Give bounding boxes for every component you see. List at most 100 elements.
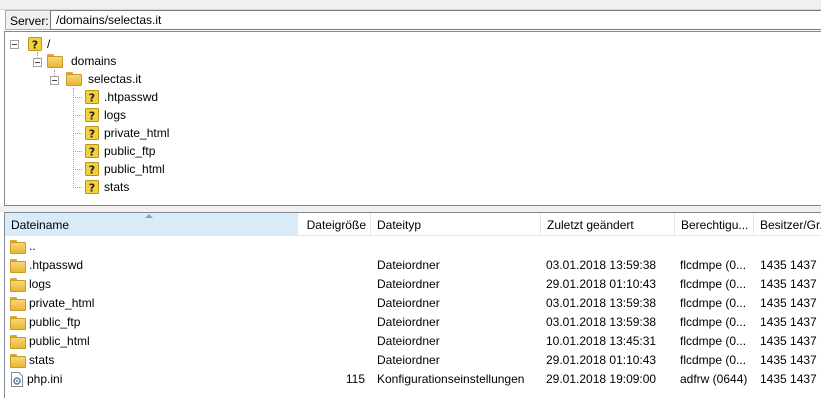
svg-text:?: ? xyxy=(32,39,38,52)
file-type: Dateiordner xyxy=(377,334,440,348)
column-header-label: Besitzer/Gr... xyxy=(760,218,821,232)
question-icon: ? xyxy=(85,126,99,141)
tree-connector xyxy=(73,169,82,170)
tree-item-selectas[interactable]: selectas.it xyxy=(66,70,141,88)
tree-connector xyxy=(73,97,82,98)
file-owner: 1435 1437 xyxy=(760,277,817,291)
remote-file-list[interactable]: Dateiname Dateigröße Dateityp Zuletzt ge… xyxy=(4,212,821,398)
column-header-type[interactable]: Dateityp xyxy=(371,213,541,235)
file-row[interactable]: public_html Dateiordner 10.01.2018 13:45:3… xyxy=(5,332,821,351)
file-name: public_ftp xyxy=(29,315,81,329)
file-name: stats xyxy=(29,353,55,367)
file-size xyxy=(298,313,365,332)
file-row[interactable]: php.ini 115 Konfigurationseinstellungen 29.… xyxy=(5,370,821,389)
file-row[interactable]: stats Dateiordner 29.01.2018 01:10:43 flcdm… xyxy=(5,351,821,370)
file-name-cell: stats xyxy=(10,351,295,370)
folder-icon xyxy=(10,334,26,349)
tree-item-stats[interactable]: ? stats xyxy=(85,178,129,196)
collapse-toggle[interactable] xyxy=(50,76,59,85)
column-header-modified[interactable]: Zuletzt geändert xyxy=(541,213,675,235)
file-modified: 03.01.2018 13:59:38 xyxy=(546,258,657,272)
tree-item-private-html[interactable]: ? private_html xyxy=(85,124,169,142)
file-name: logs xyxy=(29,277,52,291)
column-header-label: Zuletzt geändert xyxy=(547,218,634,232)
file-type: Dateiordner xyxy=(377,277,440,291)
file-name: .htpasswd xyxy=(29,258,84,272)
question-icon: ? xyxy=(85,108,99,123)
column-header-name[interactable]: Dateiname xyxy=(5,213,298,235)
tree-item-htpasswd[interactable]: ? .htpasswd xyxy=(85,88,158,106)
tree-item-root[interactable]: ? / xyxy=(28,35,50,53)
file-list-header: Dateiname Dateigröße Dateityp Zuletzt ge… xyxy=(5,213,821,236)
file-modified: 03.01.2018 13:59:38 xyxy=(546,315,657,329)
file-size xyxy=(298,256,365,275)
svg-text:?: ? xyxy=(89,110,95,123)
file-name: public_html xyxy=(29,334,90,348)
file-name-cell: private_html xyxy=(10,294,295,313)
column-header-label: Dateigröße xyxy=(306,218,366,232)
svg-text:?: ? xyxy=(89,128,95,141)
tree-item-public-html[interactable]: ? public_html xyxy=(85,160,165,178)
file-permissions xyxy=(680,237,752,256)
tree-item-domains[interactable]: domains xyxy=(47,52,116,70)
file-permissions: flcdmpe (0... xyxy=(680,315,747,329)
file-owner: 1435 1437 xyxy=(760,296,817,310)
file-type: Dateiordner xyxy=(377,258,440,272)
file-owner: 1435 1437 xyxy=(760,353,817,367)
file-row[interactable]: public_ftp Dateiordner 03.01.2018 13:59:38… xyxy=(5,313,821,332)
column-header-size[interactable]: Dateigröße xyxy=(298,213,371,235)
tree-connector xyxy=(73,133,82,134)
file-type: Konfigurationseinstellungen xyxy=(377,372,525,386)
tree-item-label: stats xyxy=(104,180,130,194)
settings-file-icon xyxy=(10,372,24,387)
column-header-permissions[interactable]: Berechtigu... xyxy=(675,213,754,235)
folder-icon xyxy=(10,258,26,273)
tree-item-label: .htpasswd xyxy=(104,90,159,104)
collapse-toggle[interactable] xyxy=(33,58,42,67)
file-row[interactable]: private_html Dateiordner 03.01.2018 13:59:… xyxy=(5,294,821,313)
file-permissions: flcdmpe (0... xyxy=(680,258,747,272)
file-size xyxy=(298,294,365,313)
folder-icon xyxy=(10,277,26,292)
tree-connector xyxy=(73,151,82,152)
tree-connector xyxy=(73,88,74,188)
tree-item-label: selectas.it xyxy=(88,72,142,86)
file-type: Dateiordner xyxy=(377,296,440,310)
column-header-owner[interactable]: Besitzer/Gr... xyxy=(754,213,821,235)
file-row[interactable]: logs Dateiordner 29.01.2018 01:10:43 flcdmp… xyxy=(5,275,821,294)
folder-icon xyxy=(66,72,82,86)
folder-icon xyxy=(10,315,26,330)
collapse-toggle[interactable] xyxy=(10,40,19,49)
tree-item-public-ftp[interactable]: ? public_ftp xyxy=(85,142,155,160)
top-toolbar-edge xyxy=(0,0,821,10)
question-icon: ? xyxy=(28,37,42,52)
remote-path-input[interactable] xyxy=(50,10,821,30)
file-size: 115 xyxy=(345,372,365,386)
file-size xyxy=(298,237,365,256)
file-modified: 03.01.2018 13:59:38 xyxy=(546,296,657,310)
server-label: Server: xyxy=(5,10,54,30)
file-row[interactable]: .. xyxy=(5,237,821,256)
file-owner xyxy=(760,237,821,256)
file-size xyxy=(298,351,365,370)
tree-item-label: private_html xyxy=(104,126,170,140)
tree-item-label: / xyxy=(47,37,51,51)
file-owner: 1435 1437 xyxy=(760,315,817,329)
file-name: php.ini xyxy=(27,372,63,386)
file-size xyxy=(298,332,365,351)
file-row[interactable]: .htpasswd Dateiordner 03.01.2018 13:59:38 f… xyxy=(5,256,821,275)
tree-item-label: public_ftp xyxy=(104,144,156,158)
remote-directory-tree[interactable]: ? / domains selectas.it ? .htpasswd ? lo… xyxy=(4,31,821,206)
folder-icon xyxy=(10,353,26,368)
sort-ascending-icon xyxy=(145,214,153,218)
question-icon: ? xyxy=(85,180,99,195)
file-modified: 10.01.2018 13:45:31 xyxy=(546,334,657,348)
file-name-cell: logs xyxy=(10,275,295,294)
tree-item-label: domains xyxy=(71,54,117,68)
column-header-label: Dateiname xyxy=(11,218,70,232)
file-size xyxy=(298,275,365,294)
file-name-cell: .. xyxy=(10,237,295,256)
file-name-cell: php.ini xyxy=(10,370,295,389)
file-permissions: adfrw (0644) xyxy=(680,372,748,386)
tree-item-logs[interactable]: ? logs xyxy=(85,106,126,124)
